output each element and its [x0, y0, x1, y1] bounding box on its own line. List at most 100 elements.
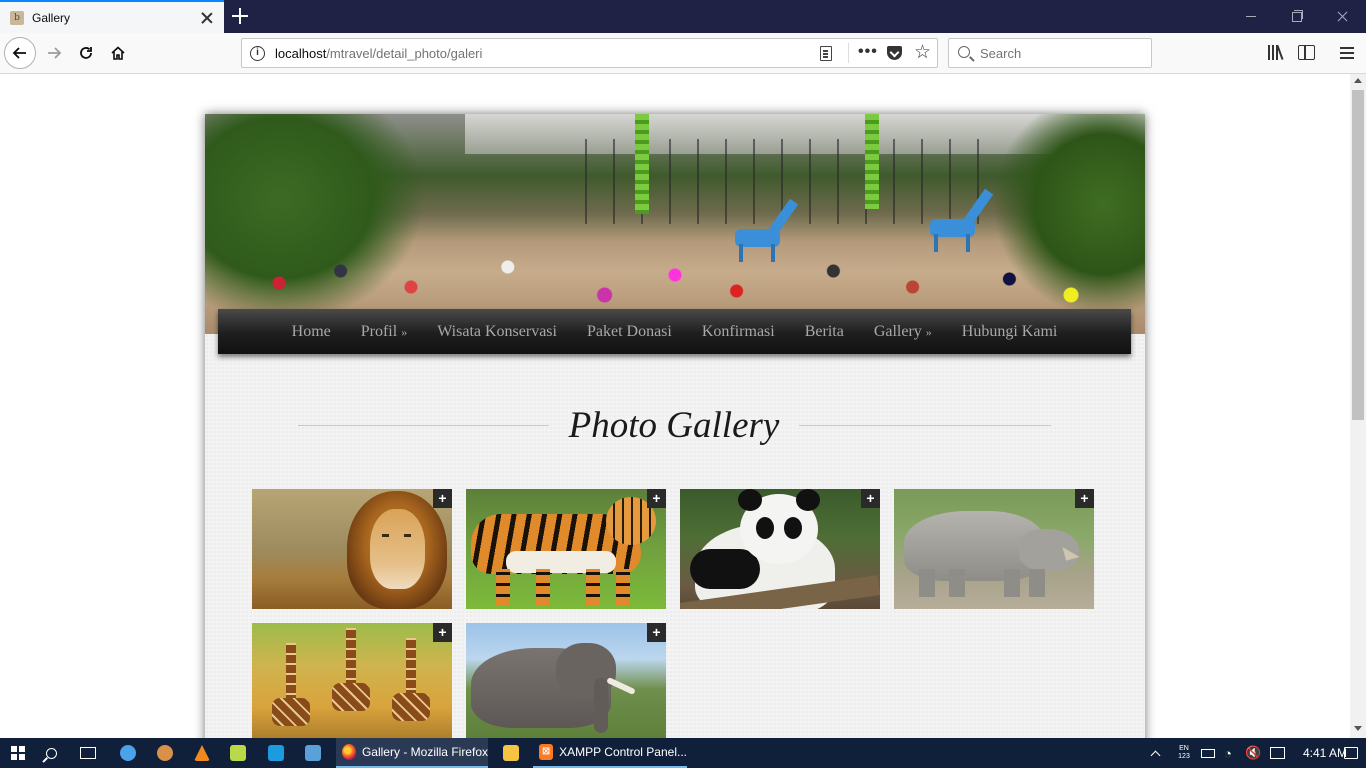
expand-plus-icon[interactable]: +: [433, 623, 452, 642]
submenu-arrow-icon: »: [925, 324, 932, 339]
taskbar-firefox[interactable]: Gallery - Mozilla Firefox: [336, 738, 488, 768]
gallery-photo-tiger[interactable]: +: [466, 489, 666, 609]
scrollbar-thumb[interactable]: [1352, 90, 1364, 420]
site-info-icon[interactable]: i: [250, 46, 265, 61]
tray-overflow-chevron-icon[interactable]: [1152, 738, 1164, 768]
taskbar-clock[interactable]: 4:41 AM: [1303, 738, 1347, 768]
nav-item-gallery[interactable]: Gallery »: [859, 323, 947, 341]
search-input[interactable]: Search: [948, 38, 1152, 68]
gallery-photo-elephant[interactable]: +: [466, 623, 666, 738]
url-path: /mtravel/detail_photo/galeri: [326, 46, 483, 61]
library-icon[interactable]: [1266, 43, 1286, 63]
submenu-arrow-icon: »: [401, 324, 408, 339]
heading-divider: [799, 425, 1051, 426]
new-tab-icon[interactable]: [231, 7, 249, 25]
url-host: localhost: [275, 46, 327, 61]
tab-close-icon[interactable]: [199, 10, 215, 26]
battery-icon[interactable]: [1201, 738, 1217, 768]
paint-app-icon: [157, 745, 173, 761]
tab-favicon-icon: b: [10, 10, 24, 25]
taskbar-app-paint[interactable]: [154, 738, 176, 768]
start-button[interactable]: [0, 738, 36, 768]
window-restore-button[interactable]: [1274, 0, 1320, 33]
nav-item-hubungi-kami[interactable]: Hubungi Kami: [947, 323, 1073, 341]
page-scrollbar[interactable]: [1350, 74, 1366, 738]
home-button[interactable]: [102, 37, 134, 69]
gallery-photo-rhino[interactable]: +: [894, 489, 1094, 609]
browser-titlebar: b Gallery: [0, 0, 1366, 33]
url-separator: [848, 43, 849, 63]
tray-lang-top: EN: [1179, 745, 1189, 752]
gallery-photo-panda[interactable]: +: [680, 489, 880, 609]
taskbar-app-settings[interactable]: [265, 738, 287, 768]
page-title: Photo Gallery: [568, 405, 780, 446]
expand-plus-icon[interactable]: +: [1075, 489, 1094, 508]
home-icon: [111, 46, 125, 60]
task-view-icon: [80, 747, 96, 759]
expand-plus-icon[interactable]: +: [861, 489, 880, 508]
reload-icon: [80, 47, 92, 59]
tray-lang-bottom: 123: [1178, 753, 1190, 760]
taskbar-xampp[interactable]: ⊠ XAMPP Control Panel...: [533, 738, 687, 768]
bookmark-star-icon[interactable]: ☆: [914, 41, 931, 64]
taskbar-search-button[interactable]: [46, 738, 64, 768]
address-bar[interactable]: i localhost/mtravel/detail_photo/galeri …: [241, 38, 938, 68]
nav-item-konfirmasi[interactable]: Konfirmasi: [687, 323, 790, 341]
banner-pole: [635, 114, 649, 214]
back-arrow-icon: [12, 47, 26, 59]
hamburger-menu-icon[interactable]: [1338, 43, 1358, 63]
tab-title: Gallery: [32, 10, 71, 25]
back-button[interactable]: [4, 37, 36, 69]
scroll-up-arrow-icon[interactable]: [1354, 78, 1362, 83]
expand-plus-icon[interactable]: +: [433, 489, 452, 508]
header-banner-image: [205, 114, 1145, 334]
search-icon: [46, 747, 57, 759]
keyboard-ime-icon[interactable]: [1270, 738, 1288, 768]
taskbar-app-vlc[interactable]: [191, 738, 213, 768]
heading-divider: [298, 425, 549, 426]
taskbar-firefox-label: Gallery - Mozilla Firefox: [361, 745, 488, 759]
expand-plus-icon[interactable]: +: [647, 623, 666, 642]
banner-giraffe-statue: [920, 184, 994, 252]
forward-button[interactable]: [38, 37, 70, 69]
window-close-button[interactable]: [1320, 0, 1366, 33]
scroll-down-arrow-icon[interactable]: [1354, 726, 1362, 731]
cloud-app-icon: [120, 745, 136, 761]
nav-item-paket-donasi[interactable]: Paket Donasi: [572, 323, 687, 341]
expand-plus-icon[interactable]: +: [647, 489, 666, 508]
main-nav: Home Profil » Wisata Konservasi Paket Do…: [218, 309, 1131, 354]
nav-item-profil[interactable]: Profil »: [346, 323, 422, 341]
notepad-app-icon: [230, 745, 246, 761]
browser-tab[interactable]: b Gallery: [0, 0, 224, 33]
forward-arrow-icon: [48, 47, 62, 59]
task-view-button[interactable]: [80, 738, 100, 768]
reload-button[interactable]: [70, 37, 102, 69]
search-placeholder: Search: [980, 46, 1022, 61]
nav-item-wisata-konservasi[interactable]: Wisata Konservasi: [422, 323, 572, 341]
folder-icon: [503, 745, 519, 761]
volume-muted-icon[interactable]: 🔇: [1245, 738, 1263, 768]
nav-item-home[interactable]: Home: [277, 323, 346, 341]
pocket-icon[interactable]: [887, 46, 902, 60]
window-minimize-button[interactable]: [1228, 0, 1274, 33]
page-actions-icon[interactable]: •••: [858, 43, 878, 61]
taskbar-app-explorer[interactable]: [500, 738, 522, 768]
windows-logo-icon: [11, 746, 25, 760]
banner-visitors: [235, 239, 1115, 319]
gallery-heading: Photo Gallery: [298, 404, 1051, 454]
reader-view-icon[interactable]: [820, 46, 832, 61]
page-viewport: Home Profil » Wisata Konservasi Paket Do…: [0, 74, 1350, 738]
nav-item-berita[interactable]: Berita: [790, 323, 859, 341]
action-center-icon[interactable]: [1344, 738, 1358, 768]
taskbar-app-cloud[interactable]: [117, 738, 139, 768]
taskbar-app-network[interactable]: [302, 738, 324, 768]
gallery-photo-giraffes[interactable]: +: [252, 623, 452, 738]
url-text[interactable]: localhost/mtravel/detail_photo/galeri: [275, 46, 482, 61]
taskbar-app-notepad[interactable]: [227, 738, 249, 768]
wifi-icon[interactable]: ◔: [1224, 738, 1240, 768]
sidebar-toggle-icon[interactable]: [1298, 45, 1315, 60]
taskbar-xampp-label: XAMPP Control Panel...: [559, 745, 687, 759]
tray-input-language[interactable]: EN 123: [1174, 738, 1194, 768]
gallery-photo-lion[interactable]: +: [252, 489, 452, 609]
site-container: Home Profil » Wisata Konservasi Paket Do…: [205, 114, 1145, 738]
